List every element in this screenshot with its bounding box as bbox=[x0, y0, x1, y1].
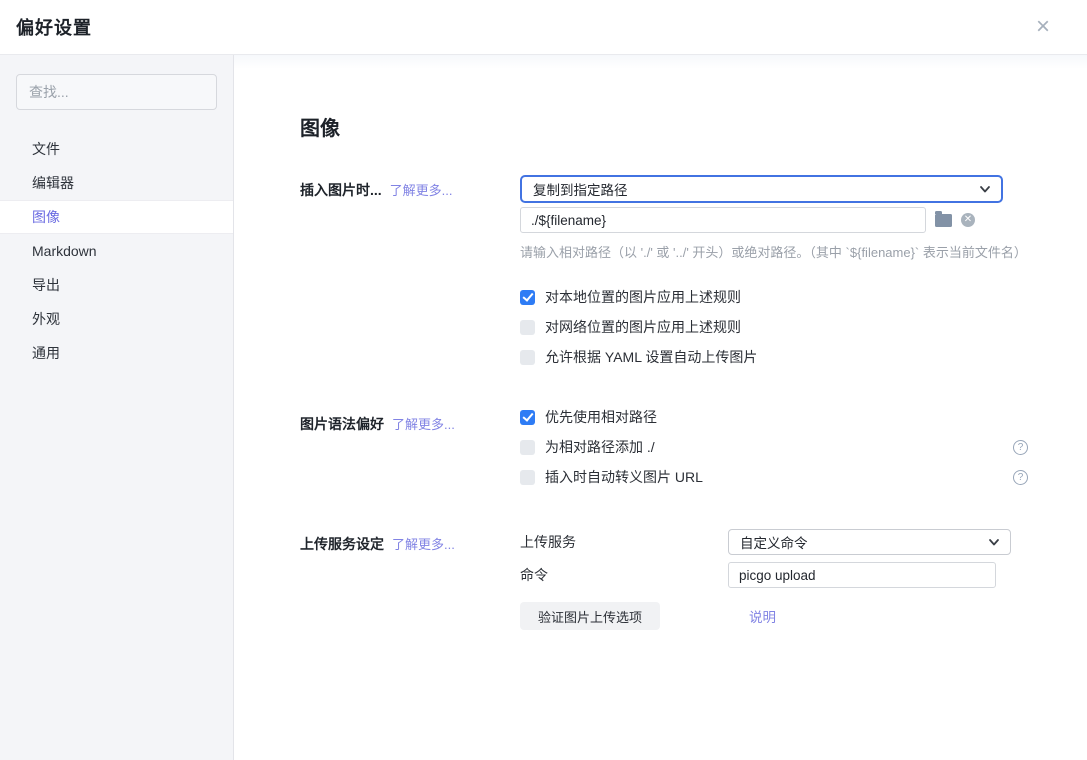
page-title: 图像 bbox=[300, 112, 1087, 141]
upload-service-row: 上传服务 自定义命令 bbox=[520, 529, 1028, 555]
image-syntax-label: 图片语法偏好 bbox=[300, 416, 384, 432]
service-field-label: 上传服务 bbox=[520, 532, 728, 552]
escape-url-checkbox[interactable] bbox=[520, 470, 535, 485]
close-icon[interactable]: × bbox=[1029, 13, 1057, 41]
command-input[interactable] bbox=[728, 562, 996, 588]
upload-service-select-value: 自定义命令 bbox=[740, 532, 808, 552]
chevron-down-icon bbox=[988, 536, 1000, 548]
local-images-checkbox[interactable] bbox=[520, 290, 535, 305]
syntax-learn-more-link[interactable]: 了解更多... bbox=[392, 417, 455, 432]
yaml-upload-checkbox[interactable] bbox=[520, 350, 535, 365]
checkbox-label: 插入时自动转义图片 URL bbox=[545, 467, 703, 487]
upload-service-label: 上传服务设定 bbox=[300, 536, 384, 552]
validate-row: 验证图片上传选项 说明 bbox=[520, 595, 1028, 630]
settings-sidebar: 文件 编辑器 图像 Markdown 导出 外观 通用 bbox=[0, 55, 234, 760]
checkbox-row-escape-url: 插入时自动转义图片 URL ? bbox=[520, 469, 1028, 485]
upload-service-section: 上传服务设定了解更多... 上传服务 自定义命令 命令 bbox=[300, 529, 1087, 630]
sidebar-item-file[interactable]: 文件 bbox=[0, 132, 233, 166]
clear-path-icon[interactable]: ✕ bbox=[961, 213, 975, 227]
help-icon[interactable]: ? bbox=[1013, 470, 1028, 485]
validate-upload-button[interactable]: 验证图片上传选项 bbox=[520, 602, 660, 630]
sidebar-search bbox=[16, 74, 217, 110]
checkbox-row-network-images: 对网络位置的图片应用上述规则 bbox=[520, 319, 1028, 335]
checkbox-label: 优先使用相对路径 bbox=[545, 407, 657, 427]
prefer-relative-path-checkbox[interactable] bbox=[520, 410, 535, 425]
insert-learn-more-link[interactable]: 了解更多... bbox=[390, 183, 453, 198]
chevron-down-icon bbox=[979, 183, 991, 195]
path-hint-text: 请输入相对路径（以 './' 或 '../' 开头）或绝对路径。（其中 `${f… bbox=[520, 242, 1028, 261]
folder-browse-icon[interactable] bbox=[935, 214, 952, 227]
copy-path-input[interactable] bbox=[520, 207, 926, 233]
add-dot-slash-checkbox[interactable] bbox=[520, 440, 535, 455]
dialog-header: 偏好设置 × bbox=[0, 0, 1087, 55]
instructions-link[interactable]: 说明 bbox=[749, 606, 776, 626]
checkbox-row-yaml-upload: 允许根据 YAML 设置自动上传图片 bbox=[520, 349, 1028, 365]
sidebar-item-markdown[interactable]: Markdown bbox=[0, 234, 233, 268]
checkbox-label: 对网络位置的图片应用上述规则 bbox=[545, 317, 741, 337]
command-field-label: 命令 bbox=[520, 565, 728, 585]
sidebar-item-appearance[interactable]: 外观 bbox=[0, 302, 233, 336]
insert-action-select[interactable]: 复制到指定路径 bbox=[520, 175, 1003, 203]
checkbox-row-add-dot-slash: 为相对路径添加 ./ ? bbox=[520, 439, 1028, 455]
dialog-title: 偏好设置 bbox=[16, 14, 92, 40]
insert-image-label: 插入图片时... bbox=[300, 182, 382, 198]
upload-service-select[interactable]: 自定义命令 bbox=[728, 529, 1011, 555]
help-icon[interactable]: ? bbox=[1013, 440, 1028, 455]
command-row: 命令 bbox=[520, 562, 1028, 588]
sidebar-item-general[interactable]: 通用 bbox=[0, 336, 233, 370]
search-input[interactable] bbox=[29, 84, 204, 100]
sidebar-item-image[interactable]: 图像 bbox=[0, 200, 233, 234]
image-syntax-section: 图片语法偏好了解更多... 优先使用相对路径 为相对路径添加 ./ ? bbox=[300, 409, 1087, 485]
sidebar-item-export[interactable]: 导出 bbox=[0, 268, 233, 302]
insert-action-select-value: 复制到指定路径 bbox=[533, 179, 628, 199]
sidebar-item-editor[interactable]: 编辑器 bbox=[0, 166, 233, 200]
checkbox-row-relative-path: 优先使用相对路径 bbox=[520, 409, 1028, 425]
settings-panel-image: 图像 插入图片时...了解更多... 复制到指定路径 ✕ 请输入相对路径（以 bbox=[234, 55, 1087, 760]
insert-image-section: 插入图片时... 了解更多... 复制到指定路径 ✕ 请输入相对路径（以 './'… bbox=[300, 175, 1087, 365]
checkbox-label: 对本地位置的图片应用上述规则 bbox=[545, 287, 741, 307]
checkbox-label: 允许根据 YAML 设置自动上传图片 bbox=[545, 347, 757, 367]
network-images-checkbox[interactable] bbox=[520, 320, 535, 335]
checkbox-row-local-images: 对本地位置的图片应用上述规则 bbox=[520, 289, 1028, 305]
upload-learn-more-link[interactable]: 了解更多... bbox=[392, 537, 455, 552]
checkbox-label: 为相对路径添加 ./ bbox=[545, 437, 655, 457]
